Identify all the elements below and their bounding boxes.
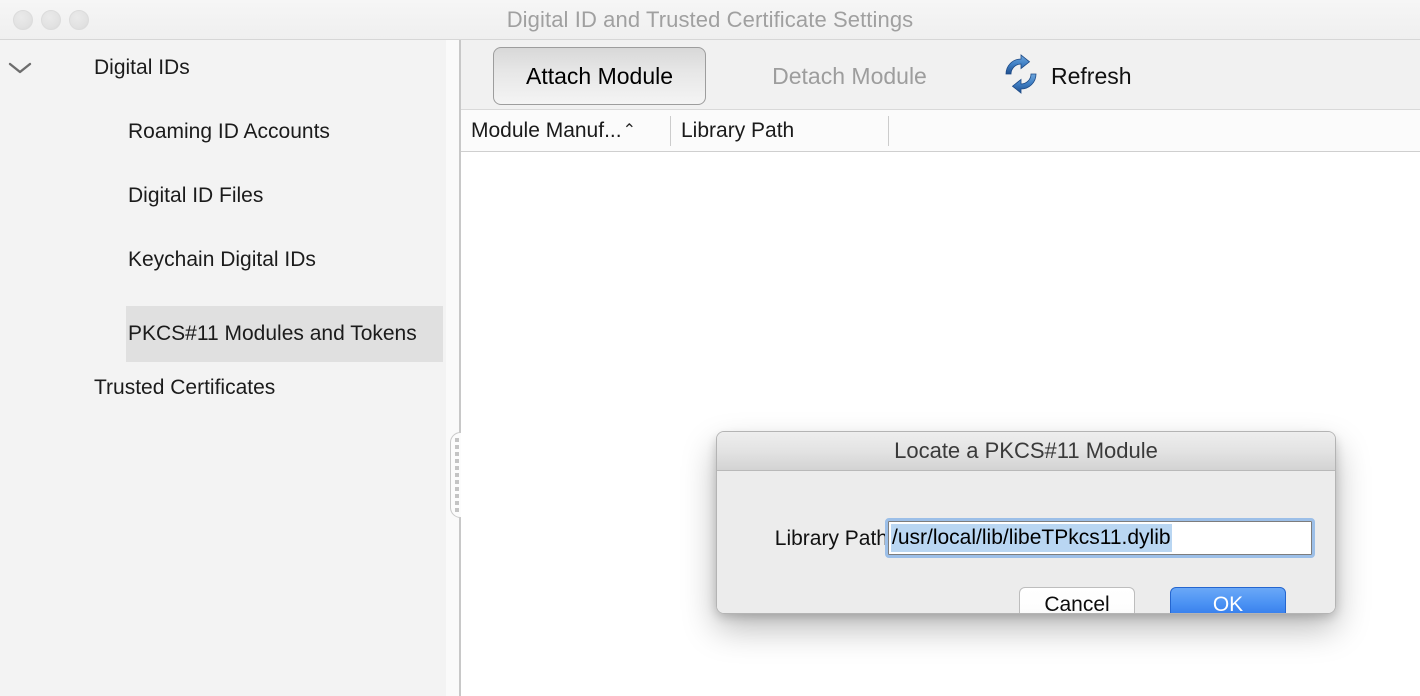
library-path-input[interactable]: /usr/local/lib/libeTPkcs11.dylib [885, 518, 1315, 558]
sidebar-gutter [446, 40, 459, 696]
detach-module-button: Detach Module [743, 47, 956, 105]
window-titlebar: Digital ID and Trusted Certificate Setti… [0, 0, 1420, 40]
attach-module-button[interactable]: Attach Module [493, 47, 706, 105]
sidebar-item-digital-id-files[interactable]: Digital ID Files [126, 168, 443, 224]
sidebar-item-label: PKCS#11 Modules and Tokens [128, 322, 417, 345]
dialog-titlebar: Locate a PKCS#11 Module [717, 432, 1335, 471]
sidebar-item-label: Keychain Digital IDs [128, 248, 316, 271]
toolbar: Attach Module Detach Module [461, 40, 1420, 110]
sidebar-group-digital-ids[interactable]: Digital IDs [0, 40, 446, 96]
column-header-module-manufacturer[interactable]: Module Manuf...⌃ [471, 110, 671, 151]
sidebar: Digital IDs Roaming ID Accounts Digital … [0, 40, 446, 696]
refresh-icon [999, 52, 1043, 101]
column-header-label: Library Path [681, 119, 794, 142]
dialog-body: Library Path /usr/local/lib/libeTPkcs11.… [717, 471, 1335, 613]
window-title: Digital ID and Trusted Certificate Setti… [0, 0, 1420, 40]
column-divider[interactable] [888, 116, 889, 146]
locate-pkcs11-module-dialog: Locate a PKCS#11 Module Library Path /us… [716, 431, 1336, 614]
table-column-headers: Module Manuf...⌃ Library Path [461, 110, 1420, 152]
ok-button[interactable]: OK [1170, 587, 1286, 614]
cancel-button[interactable]: Cancel [1019, 587, 1135, 614]
sidebar-group-label: Digital IDs [94, 40, 190, 96]
column-header-library-path[interactable]: Library Path [681, 110, 881, 151]
column-divider[interactable] [670, 116, 671, 146]
column-header-label: Module Manuf... [471, 119, 622, 142]
sidebar-item-keychain-digital-ids[interactable]: Keychain Digital IDs [126, 232, 443, 288]
sort-ascending-icon: ⌃ [623, 122, 636, 139]
sidebar-item-roaming-id-accounts[interactable]: Roaming ID Accounts [126, 104, 443, 160]
library-path-input-inner: /usr/local/lib/libeTPkcs11.dylib [888, 521, 1312, 555]
app-window: Digital ID and Trusted Certificate Setti… [0, 0, 1420, 696]
library-path-value: /usr/local/lib/libeTPkcs11.dylib [891, 524, 1172, 552]
refresh-label: Refresh [1051, 63, 1132, 90]
refresh-button[interactable]: Refresh [999, 47, 1132, 105]
chevron-down-icon[interactable] [8, 40, 32, 96]
sidebar-item-label: Roaming ID Accounts [128, 120, 330, 143]
sidebar-group-label: Trusted Certificates [94, 360, 275, 416]
sidebar-item-label: Digital ID Files [128, 184, 263, 207]
module-table-body [461, 152, 1420, 696]
sidebar-item-pkcs11-modules-and-tokens[interactable]: PKCS#11 Modules and Tokens [126, 306, 443, 362]
dialog-title: Locate a PKCS#11 Module [717, 432, 1335, 470]
library-path-label: Library Path [743, 527, 888, 551]
sidebar-group-trusted-certificates[interactable]: Trusted Certificates [0, 360, 446, 416]
